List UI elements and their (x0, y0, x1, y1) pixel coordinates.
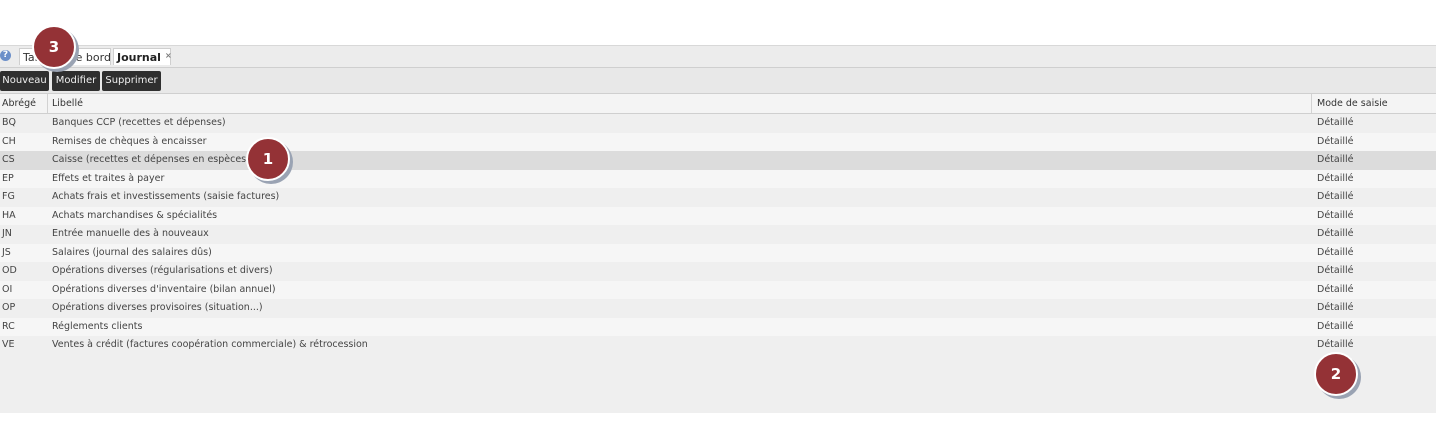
cell-code: JS (2, 246, 11, 258)
journal-table-body: BQ Banques CCP (recettes et dépenses) Déta… (0, 114, 1436, 355)
cell-mode: Détaillé (1317, 320, 1354, 332)
table-row[interactable]: OP Opérations diverses provisoires (situa… (0, 299, 1436, 318)
column-header-mode[interactable]: Mode de saisie (1317, 94, 1388, 113)
journal-window: ? Tableau de bord× Journal× Nouveau Modi… (0, 45, 1436, 413)
cell-code: OI (2, 283, 13, 295)
cell-label: Salaires (journal des salaires dûs) (52, 246, 212, 258)
cell-mode: Détaillé (1317, 209, 1354, 221)
tab-journal[interactable]: Journal × (113, 48, 172, 65)
help-icon[interactable]: ? (0, 50, 11, 61)
table-row[interactable]: FG Achats frais et investissements (saisi… (0, 188, 1436, 207)
cell-label: Opérations diverses d'inventaire (bilan … (52, 283, 276, 295)
cell-code: OP (2, 302, 16, 313)
cell-label: Effets et traites à payer (52, 172, 165, 184)
cell-mode: Détaillé (1317, 135, 1354, 147)
cell-code: VE (2, 339, 15, 350)
table-row[interactable]: EP Effets et traites à payer Détaillé (0, 169, 1436, 188)
cell-mode: Détaillé (1317, 117, 1354, 128)
table-row[interactable]: BQ Banques CCP (recettes et dépenses) Déta… (0, 114, 1436, 133)
callout-marker: 2 (1314, 352, 1358, 396)
table-row[interactable]: OD Opérations diverses (régularisations e… (0, 262, 1436, 281)
cell-label: Opérations diverses (régularisations et … (52, 265, 273, 276)
cell-label: Banques CCP (recettes et dépenses) (52, 117, 226, 128)
cell-label: Remises de chèques à encaisser (52, 135, 207, 147)
table-row[interactable]: OI Opérations diverses d'inventaire (bila… (0, 280, 1436, 299)
cell-code: CS (2, 154, 15, 165)
cell-code: CH (2, 135, 16, 147)
cell-label: Achats frais et investissements (saisie … (52, 191, 280, 202)
tab-label: Journal (117, 51, 161, 64)
cell-code: EP (2, 172, 14, 184)
cell-label: Achats marchandises & spécialités (52, 209, 218, 221)
cell-label: Entrée manuelle des à nouveaux (52, 228, 209, 239)
table-row[interactable]: RC Réglements clients Détaillé (0, 317, 1436, 336)
delete-button[interactable]: Supprimer (102, 71, 161, 91)
cell-mode: Détaillé (1317, 191, 1354, 202)
cell-mode: Détaillé (1317, 228, 1354, 239)
table-row-selected[interactable]: CS Caisse (recettes et dépenses en espèce… (0, 151, 1436, 170)
cell-code: BQ (2, 117, 16, 128)
cell-mode: Détaillé (1317, 283, 1354, 295)
table-row[interactable]: CH Remises de chèques à encaisser Détaillé (0, 132, 1436, 151)
cell-mode: Détaillé (1317, 246, 1354, 258)
column-header-label[interactable]: Libellé (52, 94, 83, 113)
table-row[interactable]: VE Ventes à crédit (factures coopération … (0, 336, 1436, 355)
column-header-code[interactable]: Abrégé (2, 94, 36, 113)
tab-bar: ? Tableau de bord× Journal× (0, 46, 1436, 68)
column-separator[interactable] (47, 94, 48, 113)
cell-code: FG (2, 191, 15, 202)
cell-label: Ventes à crédit (factures coopération co… (52, 339, 368, 350)
cell-mode: Détaillé (1317, 302, 1354, 313)
cell-label: Opérations diverses provisoires (situati… (52, 302, 263, 313)
close-icon[interactable]: × (165, 51, 172, 60)
table-row[interactable]: JN Entrée manuelle des à nouveaux Détaillé (0, 225, 1436, 244)
table-row[interactable]: HA Achats marchandises & spécialités Détai… (0, 206, 1436, 225)
column-separator[interactable] (1311, 94, 1312, 113)
cell-code: HA (2, 209, 16, 221)
cell-mode: Détaillé (1317, 172, 1354, 184)
cell-mode: Détaillé (1317, 154, 1354, 165)
cell-code: JN (2, 228, 12, 239)
cell-code: RC (2, 320, 15, 332)
callout-marker: 1 (246, 137, 290, 181)
new-button[interactable]: Nouveau (0, 71, 49, 91)
cell-mode: Détaillé (1317, 265, 1354, 276)
toolbar: Nouveau Modifier Supprimer (0, 68, 1436, 94)
cell-label: Caisse (recettes et dépenses en espèces) (52, 154, 250, 165)
edit-button[interactable]: Modifier (52, 71, 100, 91)
table-row[interactable]: JS Salaires (journal des salaires dûs) Dét… (0, 243, 1436, 262)
cell-code: OD (2, 265, 17, 276)
table-header: Abrégé Libellé Mode de saisie (0, 94, 1436, 114)
callout-marker: 3 (32, 25, 76, 69)
cell-label: Réglements clients (52, 320, 143, 332)
